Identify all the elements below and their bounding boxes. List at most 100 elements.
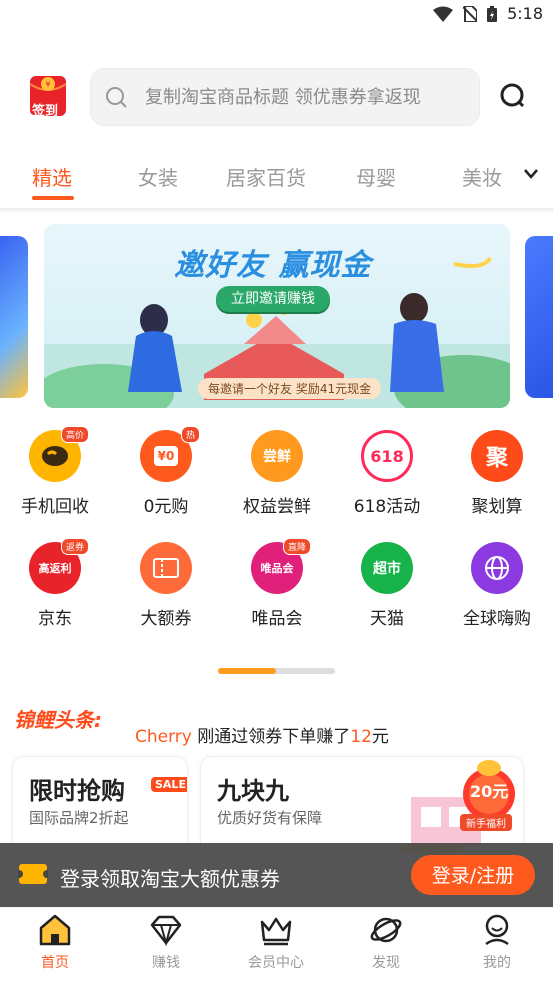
grid-badge: 热 <box>180 426 200 443</box>
jd-icon: 高返利 返券 <box>29 538 89 594</box>
grid-label: 全球嗨购 <box>463 609 531 629</box>
tabbar-label: 首页 <box>41 955 69 971</box>
zero-buy-icon: ¥0 热 <box>140 426 200 482</box>
tab-mother-baby[interactable]: 母婴 <box>356 162 396 191</box>
headline-ticker[interactable]: 锦鲤头条: Cherry 刚通过领券下单赚了12元 <box>0 700 553 747</box>
tmall-icon: 超市 <box>361 542 413 594</box>
grid-item-phone-recycle[interactable]: 高价 手机回收 <box>5 426 105 517</box>
grid-label: 手机回收 <box>21 497 89 517</box>
tabbar-profile[interactable]: 我的 <box>457 914 537 972</box>
tabbar-discover[interactable]: 发现 <box>346 914 426 972</box>
vip-icon-text: 唯品会 <box>260 562 294 575</box>
banner-carousel[interactable]: 邀好友 赢现金 立即邀请赚钱 每邀请一个好友 奖励41元现金 <box>0 224 553 410</box>
banner-title: 邀好友 赢现金 <box>174 248 372 283</box>
grid-label: 618活动 <box>353 497 421 517</box>
event-618-icon: 618 <box>361 430 413 482</box>
headline-unit: 元 <box>371 727 389 747</box>
header: ¥ 签到 <box>0 60 553 132</box>
grid-badge: 返券 <box>60 538 89 555</box>
tabbar-earn[interactable]: 赚钱 <box>126 914 206 972</box>
grid-item-618[interactable]: 618 618活动 <box>337 430 437 517</box>
grid-label: 大额券 <box>140 609 192 629</box>
no-sim-icon <box>463 5 478 22</box>
grid-item-juhuasuan[interactable]: 聚 聚划算 <box>447 430 547 517</box>
grid-label: 聚划算 <box>471 497 523 517</box>
grid-label: 唯品会 <box>251 609 303 629</box>
tab-active-indicator <box>32 196 74 200</box>
coupon-icon <box>18 864 48 884</box>
tabs-divider <box>0 208 553 214</box>
login-register-button[interactable]: 登录/注册 <box>411 855 535 895</box>
headline-user: Cherry <box>135 727 192 747</box>
benefit-try-icon-text: 尝鲜 <box>263 449 291 465</box>
login-banner-text: 登录领取淘宝大额优惠券 <box>60 867 280 891</box>
grid-badge: 高价 <box>60 426 89 443</box>
status-time: 5:18 <box>507 4 543 23</box>
bottom-tab-bar: 首页 赚钱 会员中心 发现 我的 <box>0 907 553 984</box>
planet-icon <box>370 917 402 943</box>
tmall-icon-text: 超市 <box>373 561 401 577</box>
banner-slide[interactable]: 邀好友 赢现金 立即邀请赚钱 每邀请一个好友 奖励41元现金 <box>44 224 510 408</box>
banner-footer: 每邀请一个好友 奖励41元现金 <box>198 378 382 399</box>
tabbar-label: 我的 <box>483 955 511 971</box>
profile-icon <box>485 914 509 946</box>
juhuasuan-icon: 聚 <box>471 430 523 482</box>
banner-prev-slide[interactable] <box>0 236 28 398</box>
tabbar-home[interactable]: 首页 <box>15 914 95 972</box>
grid-item-zero-buy[interactable]: ¥0 热 0元购 <box>116 426 216 517</box>
tab-women[interactable]: 女装 <box>138 162 178 191</box>
search-icon <box>106 87 127 108</box>
headline-text-before: 刚通过领券下单赚了 <box>191 727 351 747</box>
checkin-label: 签到 <box>32 104 59 119</box>
zero-buy-icon-text: ¥0 <box>153 446 179 466</box>
jd-icon-text: 高返利 <box>38 562 72 575</box>
recycle-face-icon <box>42 446 68 466</box>
grid-item-benefit-try[interactable]: 尝鲜 权益尝鲜 <box>227 430 327 517</box>
banner-next-slide[interactable] <box>525 236 553 398</box>
tab-home-goods[interactable]: 居家百货 <box>226 162 306 191</box>
grid-badge: 直降 <box>282 538 311 555</box>
message-icon[interactable] <box>499 82 525 108</box>
headline-message: Cherry 刚通过领券下单赚了12元 <box>135 722 389 747</box>
login-banner: 登录领取淘宝大额优惠券 登录/注册 <box>0 843 553 907</box>
svg-text:¥: ¥ <box>45 80 50 89</box>
grid-item-vip[interactable]: 唯品会 直降 唯品会 <box>227 538 327 629</box>
grid-label: 天猫 <box>370 609 404 629</box>
event-618-icon-text: 618 <box>370 446 404 466</box>
tab-beauty[interactable]: 美妆 <box>462 162 502 191</box>
search-input[interactable] <box>143 85 447 109</box>
diamond-icon <box>150 915 182 946</box>
card-title: 九块九 <box>217 777 289 805</box>
card-subtitle: 优质好货有保障 <box>217 809 323 827</box>
status-bar: 5:18 <box>0 0 553 32</box>
checkin-button[interactable]: ¥ 签到 <box>28 72 68 119</box>
grid-item-global-shop[interactable]: 全球嗨购 <box>447 542 547 629</box>
grid-item-jd[interactable]: 高返利 返券 京东 <box>5 538 105 629</box>
home-icon <box>39 914 71 946</box>
newbie-gift-amount: 20元 <box>470 782 509 801</box>
grid-label: 权益尝鲜 <box>243 497 311 517</box>
grid-pager <box>218 668 335 674</box>
tab-featured[interactable]: 精选 <box>32 162 72 191</box>
grid-item-big-coupon[interactable]: 大额券 <box>116 542 216 629</box>
tabbar-label: 赚钱 <box>152 955 180 971</box>
grid-pager-fill <box>218 668 276 674</box>
grid-item-tmall[interactable]: 超市 天猫 <box>337 542 437 629</box>
vip-icon: 唯品会 直降 <box>251 538 311 594</box>
status-icons: 5:18 <box>433 4 543 23</box>
tabbar-label: 发现 <box>372 955 400 971</box>
chevron-down-icon[interactable] <box>523 168 539 180</box>
search-box[interactable] <box>90 68 480 126</box>
headline-amount: 12 <box>350 727 372 747</box>
newbie-gift[interactable]: 20元 新手福利 <box>456 756 522 836</box>
global-shop-icon <box>471 542 523 594</box>
ticket-icon <box>153 558 179 578</box>
card-title: 限时抢购 <box>29 777 125 805</box>
phone-recycle-icon: 高价 <box>29 426 89 482</box>
tabbar-member[interactable]: 会员中心 <box>236 914 316 972</box>
tabbar-label: 会员中心 <box>248 955 304 971</box>
headline-logo: 锦鲤头条: <box>14 708 102 732</box>
invite-button[interactable]: 立即邀请赚钱 <box>216 286 330 312</box>
crown-icon <box>260 917 292 946</box>
big-coupon-icon <box>140 542 192 594</box>
